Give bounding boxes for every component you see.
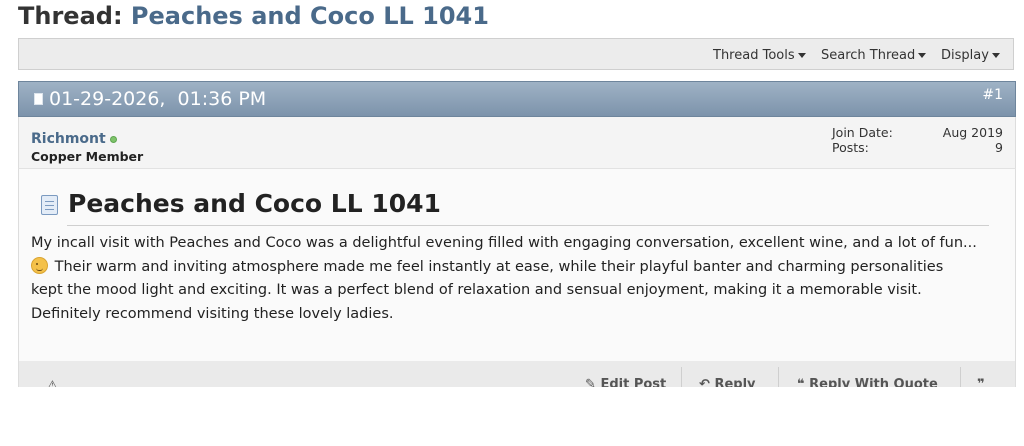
thread-toolbar: Thread Tools Search Thread Display [18,38,1014,70]
user-info: Richmont Copper Member Join Date: Aug 20… [18,117,1016,169]
posts-label: Posts: [832,140,869,155]
posts-value: 9 [995,140,1003,155]
username-link[interactable]: Richmont [31,131,106,147]
reply-with-quote-button[interactable]: ❝ Reply With Quote [797,377,938,387]
online-status-icon [110,136,117,143]
footer-divider [778,367,779,387]
caret-down-icon [797,53,806,58]
title-divider [67,225,989,226]
post-number-link[interactable]: #1 [982,87,1003,103]
caret-down-icon [918,53,927,58]
join-date-label: Join Date: [832,125,893,140]
reply-arrow-icon: ↶ [699,377,710,387]
search-thread-label: Search Thread [821,48,916,63]
wink-emoji-icon [31,256,48,274]
post-line: My incall visit with Peaches and Coco wa… [31,235,977,251]
reply-label: Reply [714,377,756,387]
user-title: Copper Member [31,149,144,164]
pencil-icon: ✎ [585,377,596,387]
reply-with-quote-label: Reply With Quote [809,377,938,387]
thread-tools-menu[interactable]: Thread Tools [713,48,806,63]
post-line-text: Their warm and inviting atmosphere made … [54,258,944,275]
post-line: Definitely recommend visiting these love… [31,305,394,322]
edit-post-button[interactable]: ✎ Edit Post [585,377,666,387]
post-footer: ⚠ ✎ Edit Post ↶ Reply ❝ Reply With Quote… [18,361,1016,387]
join-date-value: Aug 2019 [942,125,1003,140]
document-icon [41,195,58,215]
post-line: Their warm and inviting atmosphere made … [31,256,1011,280]
thread-title: Thread: Peaches and Coco LL 1041 [18,2,489,30]
footer-divider [960,367,961,387]
display-label: Display [941,48,989,63]
display-menu[interactable]: Display [941,48,1000,63]
post-body: Peaches and Coco LL 1041 My incall visit… [18,169,1016,361]
edit-post-label: Edit Post [600,377,667,387]
post-date: 01-29-2026, 01:36 PM [49,88,267,110]
quote-icon: ❝ [797,377,805,387]
thread-tools-label: Thread Tools [713,48,795,63]
reply-button[interactable]: ↶ Reply [699,377,756,387]
thread-title-prefix: Thread: [18,2,123,30]
post-status-icon [34,93,43,105]
post-content: My incall visit with Peaches and Coco wa… [31,232,1011,326]
post-header: 01-29-2026, 01:36 PM #1 [18,81,1016,117]
post-title: Peaches and Coco LL 1041 [68,189,441,218]
multi-quote-icon[interactable]: ❞ [977,377,985,387]
search-thread-menu[interactable]: Search Thread [821,48,927,63]
footer-divider [681,367,682,387]
report-warning-icon[interactable]: ⚠ [47,378,58,387]
thread-title-name[interactable]: Peaches and Coco LL 1041 [131,2,489,30]
post-line: kept the mood light and exciting. It was… [31,282,922,299]
caret-down-icon [991,53,1000,58]
